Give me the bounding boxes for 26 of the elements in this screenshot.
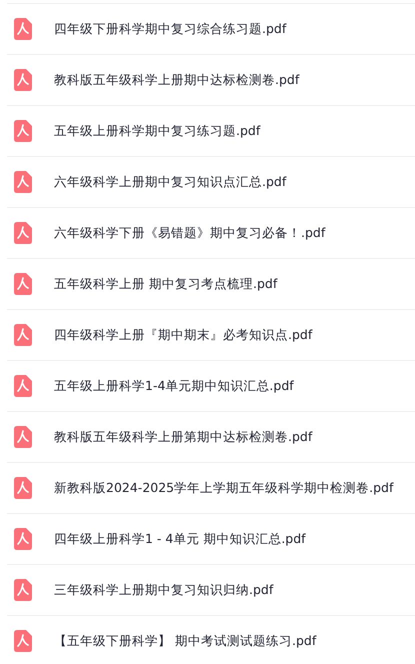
pdf-file-icon <box>14 375 32 397</box>
pdf-file-icon <box>14 426 32 448</box>
pdf-file-icon <box>14 477 32 499</box>
file-name[interactable]: 四年级下册科学期中复习综合练习题.pdf <box>54 20 286 38</box>
file-name[interactable]: 五年级上册科学1-4单元期中知识汇总.pdf <box>54 378 294 394</box>
pdf-file-icon <box>14 222 32 244</box>
file-name[interactable]: 六年级科学上册期中复习知识点汇总.pdf <box>54 174 286 190</box>
pdf-file-icon <box>14 273 32 295</box>
file-name[interactable]: 五年级科学上册 期中复习考点梳理.pdf <box>54 276 278 292</box>
file-name[interactable]: 四年级上册科学1 - 4单元 期中知识汇总.pdf <box>54 530 306 548</box>
pdf-file-icon <box>14 579 32 601</box>
pdf-file-icon <box>14 18 32 40</box>
file-name[interactable]: 三年级科学上册期中复习知识归纳.pdf <box>54 582 274 598</box>
file-name[interactable]: 四年级科学上册『期中期末』必考知识点.pdf <box>54 326 312 344</box>
file-name[interactable]: 【五年级下册科学】 期中考试测试题练习.pdf <box>54 632 316 650</box>
pdf-file-icon <box>14 528 32 550</box>
pdf-file-icon <box>14 171 32 193</box>
pdf-file-icon <box>14 630 32 652</box>
pdf-file-icon <box>14 120 32 142</box>
pdf-file-icon <box>14 69 32 91</box>
file-name[interactable]: 六年级科学下册《易错题》期中复习必备！.pdf <box>54 224 326 242</box>
pdf-file-icon <box>14 324 32 346</box>
file-name[interactable]: 新教科版2024-2025学年上学期五年级科学期中检测卷.pdf <box>54 480 394 496</box>
file-name[interactable]: 教科版五年级科学上册期中达标检测卷.pdf <box>54 72 300 88</box>
file-name[interactable]: 教科版五年级科学上册第期中达标检测卷.pdf <box>54 428 312 446</box>
file-name[interactable]: 五年级上册科学期中复习练习题.pdf <box>54 122 260 140</box>
